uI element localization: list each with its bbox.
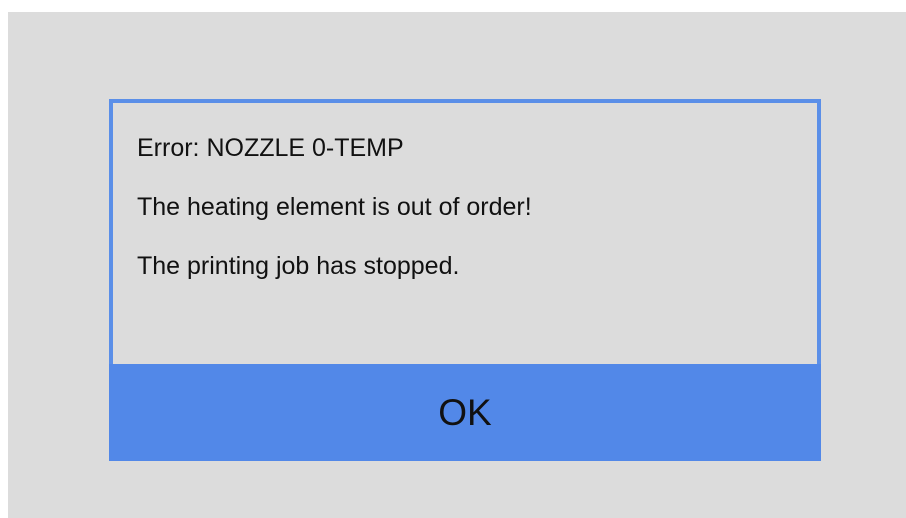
job-status-text: The printing job has stopped. xyxy=(137,252,460,280)
ok-button-label: OK xyxy=(438,391,492,433)
printer-screen: Error: NOZZLE 0-TEMP The heating element… xyxy=(8,12,906,518)
error-dialog: Error: NOZZLE 0-TEMP The heating element… xyxy=(109,99,821,461)
error-message: Error: NOZZLE 0-TEMP The heating element… xyxy=(113,103,817,365)
error-description-text: The heating element is out of order! xyxy=(137,193,532,221)
error-code-text: Error: NOZZLE 0-TEMP xyxy=(137,134,404,162)
ok-button[interactable]: OK xyxy=(109,364,821,461)
